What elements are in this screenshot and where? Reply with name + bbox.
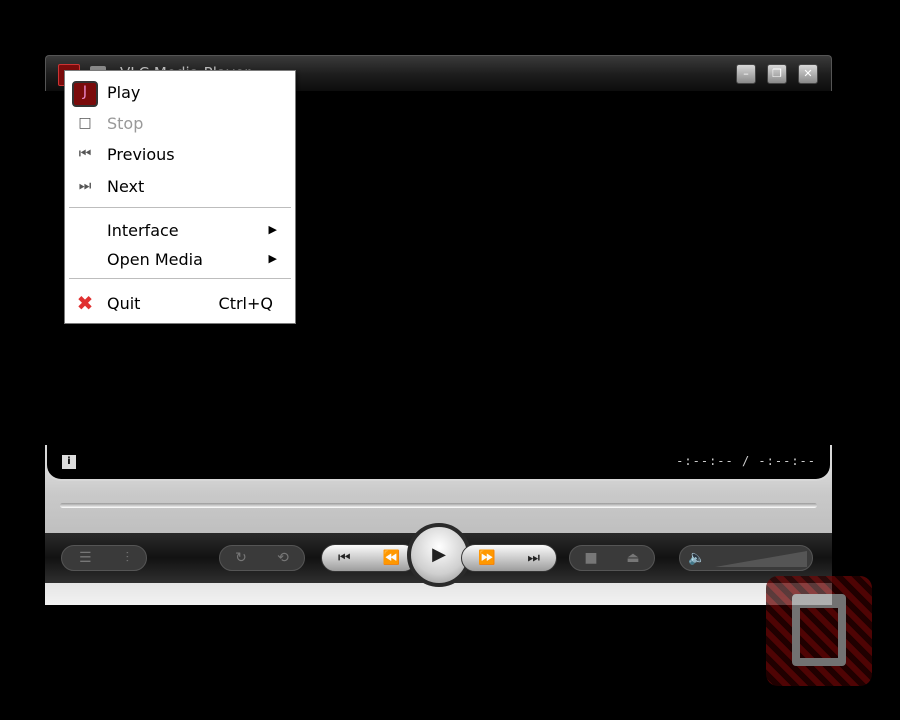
random-icon[interactable]: ⟲ [277, 550, 289, 566]
vlc-play-icon: J [72, 81, 98, 107]
menu-item-previous[interactable]: ⏮ Previous [65, 140, 295, 168]
controls-bar: ☰ ⫶ ↻ ⟲ ⏮ ⏪ ▶ ⏩ ⏭ ■ ⏏ 🔈 [45, 523, 832, 587]
prev-rewind-group: ⏮ ⏪ [321, 544, 417, 572]
loop-random-group: ↻ ⟲ [219, 545, 305, 571]
previous-icon[interactable]: ⏮ [338, 550, 351, 566]
submenu-arrow-icon: ▶ [268, 223, 277, 236]
playlist-icon[interactable]: ☰ [79, 550, 92, 566]
restore-button[interactable]: ❐ [767, 64, 787, 84]
menu-item-stop[interactable]: □ Stop [65, 109, 295, 137]
watermark-logo [766, 576, 872, 686]
volume-icon[interactable]: 🔈 [688, 550, 705, 566]
menu-separator [69, 207, 291, 208]
menu-item-quit[interactable]: ✖ Quit Ctrl+Q [65, 289, 295, 317]
next-icon[interactable]: ⏭ [527, 550, 540, 566]
menu-item-next[interactable]: ⏭ Next [65, 172, 295, 200]
control-panel: i -:--:-- / -:--:-- ☰ ⫶ ↻ ⟲ ⏮ ⏪ ▶ ⏩ ⏭ ■ … [45, 445, 832, 605]
loop-icon[interactable]: ↻ [235, 550, 247, 566]
seek-bar[interactable] [60, 503, 817, 508]
menu-item-play[interactable]: J Play [65, 78, 295, 107]
info-icon[interactable]: i [62, 455, 76, 469]
menu-separator [69, 278, 291, 279]
previous-track-icon: ⏮ [78, 146, 92, 162]
stop-square-icon: □ [78, 115, 92, 131]
quit-x-icon: ✖ [76, 291, 94, 315]
next-track-icon: ⏭ [78, 178, 92, 194]
eject-icon[interactable]: ⏏ [626, 550, 639, 566]
submenu-arrow-icon: ▶ [268, 252, 277, 265]
context-menu: J Play □ Stop ⏮ Previous ⏭ Next Interfac… [64, 70, 296, 324]
time-display[interactable]: -:--:-- / -:--:-- [676, 454, 816, 468]
playlist-extended-group: ☰ ⫶ [61, 545, 147, 571]
stop-icon[interactable]: ■ [584, 550, 597, 566]
close-button[interactable]: ✕ [798, 64, 818, 84]
forward-next-group: ⏩ ⏭ [461, 544, 557, 572]
stop-eject-group: ■ ⏏ [569, 545, 655, 571]
menu-item-open-media[interactable]: Open Media ▶ [65, 245, 295, 273]
rewind-icon[interactable]: ⏪ [383, 550, 400, 566]
menu-item-interface[interactable]: Interface ▶ [65, 216, 295, 244]
fast-forward-icon[interactable]: ⏩ [478, 550, 495, 566]
extended-settings-icon[interactable]: ⫶ [126, 550, 130, 566]
minimize-button[interactable]: – [736, 64, 756, 84]
watermark-j-glyph [792, 594, 846, 666]
status-strip: i -:--:-- / -:--:-- [45, 445, 832, 481]
quit-shortcut: Ctrl+Q [218, 294, 273, 313]
